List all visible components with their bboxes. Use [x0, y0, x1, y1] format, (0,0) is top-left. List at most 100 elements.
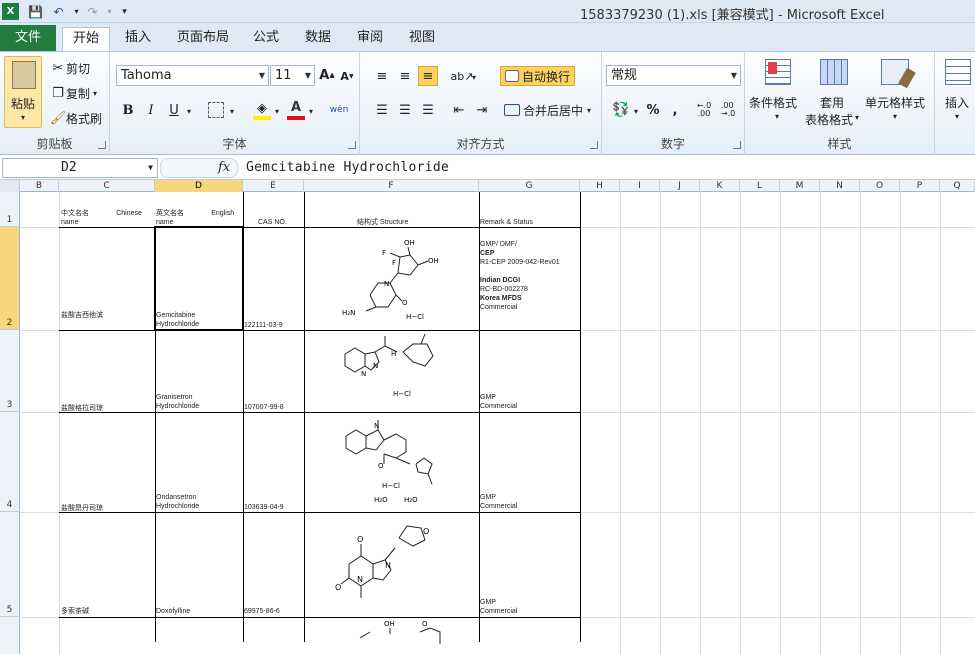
align-center-icon[interactable]: ☰: [396, 101, 414, 119]
tab-data[interactable]: 数据: [295, 27, 341, 51]
column-header-g[interactable]: G: [479, 180, 580, 192]
alignment-launcher-icon[interactable]: [590, 141, 598, 149]
align-left-icon[interactable]: ☰: [373, 101, 391, 119]
grow-font-icon[interactable]: A ▲: [318, 66, 336, 84]
row-header-6[interactable]: [0, 617, 20, 654]
increase-indent-icon[interactable]: ⇥: [473, 101, 491, 119]
paste-button[interactable]: 粘贴 ▾: [4, 56, 42, 128]
row-header-3[interactable]: 3: [0, 330, 20, 412]
column-header-c[interactable]: C: [59, 180, 155, 192]
column-header-m[interactable]: M: [780, 180, 820, 192]
column-header-j[interactable]: J: [660, 180, 700, 192]
styles-group: 条件格式 ▾ 套用 表格格式 ▾ 单元格样式 ▾ 样式: [745, 52, 935, 155]
tab-insert[interactable]: 插入: [115, 27, 161, 51]
save-icon[interactable]: 💾: [27, 3, 44, 20]
atom-label: O: [378, 462, 384, 470]
font-launcher-icon[interactable]: [348, 141, 356, 149]
column-header-h[interactable]: H: [580, 180, 620, 192]
column-header-b[interactable]: B: [20, 180, 59, 192]
cell-styles-button[interactable]: 单元格样式 ▾: [865, 56, 931, 124]
column-header-l[interactable]: L: [740, 180, 780, 192]
select-all-corner[interactable]: [0, 180, 20, 192]
row-header-4[interactable]: 4: [0, 412, 20, 512]
borders-icon[interactable]: [208, 102, 224, 118]
format-painter-button[interactable]: 🖌 格式刷: [50, 110, 102, 127]
orientation-icon[interactable]: ab↗: [451, 67, 474, 85]
format-as-table-dropdown-icon: ▾: [855, 113, 860, 122]
column-header-i[interactable]: I: [620, 180, 660, 192]
fill-color-icon[interactable]: ◈: [253, 100, 271, 120]
active-cell-d2[interactable]: [154, 226, 244, 331]
font-group: Tahoma ▼ 11 ▼ A ▲ A ▼ B I U ▾ ▾ ◈ ▾ A ▾ wén …: [110, 52, 360, 155]
number-format-combo[interactable]: 常规 ▼: [606, 65, 741, 86]
customize-quick-access-icon[interactable]: ▾: [116, 3, 133, 20]
cut-button[interactable]: ✂ 剪切: [50, 60, 90, 77]
column-header-o[interactable]: O: [860, 180, 900, 192]
font-color-dropdown-icon[interactable]: ▾: [306, 102, 316, 120]
column-header-n[interactable]: N: [820, 180, 860, 192]
align-middle-icon[interactable]: ≡: [396, 67, 414, 85]
column-header-k[interactable]: K: [700, 180, 740, 192]
clipboard-group: 粘贴 ▾ ✂ 剪切 ❐ 复制 ▾ 🖌 格式刷 剪贴板: [0, 52, 110, 155]
decrease-decimal-icon[interactable]: .00 →.0: [718, 100, 738, 120]
increase-decimal-icon[interactable]: ←.0 .00: [694, 100, 714, 120]
column-header-p[interactable]: P: [900, 180, 940, 192]
clipboard-launcher-icon[interactable]: [98, 141, 106, 149]
row-header-1[interactable]: 1: [0, 192, 20, 227]
row-header-2[interactable]: 2: [0, 227, 20, 330]
tab-file[interactable]: 文件: [0, 25, 56, 51]
phonetic-guide-icon[interactable]: wén: [328, 100, 350, 120]
undo-dropdown-icon[interactable]: ▾: [68, 3, 85, 20]
font-color-icon[interactable]: A: [287, 99, 305, 120]
fill-color-dropdown-icon[interactable]: ▾: [272, 102, 282, 120]
header-cas-no: CAS NO.: [258, 219, 287, 226]
undo-icon[interactable]: ↶: [50, 3, 67, 20]
column-header-f[interactable]: F: [304, 180, 479, 192]
insert-function-icon[interactable]: fx: [218, 160, 230, 175]
tab-review[interactable]: 审阅: [347, 27, 393, 51]
underline-dropdown-icon[interactable]: ▾: [184, 102, 194, 120]
currency-dropdown-icon[interactable]: ▾: [632, 103, 640, 119]
tab-view[interactable]: 视图: [399, 27, 445, 51]
gridline: [59, 192, 60, 654]
name-box-value: D2: [61, 160, 77, 175]
font-name-combo[interactable]: Tahoma ▼: [116, 65, 269, 86]
align-bottom-icon[interactable]: ≡: [418, 66, 438, 86]
underline-button[interactable]: U: [166, 101, 182, 119]
gridline: [660, 192, 661, 654]
name-box[interactable]: D2 ▼: [2, 158, 158, 178]
currency-icon[interactable]: 💱: [610, 100, 632, 120]
font-size-combo[interactable]: 11 ▼: [270, 65, 315, 86]
merge-center-button[interactable]: 合并后居中 ▾: [504, 101, 591, 119]
copy-button[interactable]: ❐ 复制 ▾: [50, 85, 97, 102]
tab-home[interactable]: 开始: [62, 27, 111, 52]
percent-button[interactable]: %: [644, 101, 662, 119]
borders-dropdown-icon[interactable]: ▾: [227, 102, 237, 120]
orientation-dropdown-icon[interactable]: ▾: [470, 69, 478, 85]
tab-formulas[interactable]: 公式: [243, 27, 289, 51]
column-header-e[interactable]: E: [243, 180, 304, 192]
insert-cells-button[interactable]: 插入 ▾: [941, 56, 975, 124]
italic-button[interactable]: I: [143, 101, 159, 119]
conditional-formatting-button[interactable]: 条件格式 ▾: [749, 56, 803, 124]
cell-d3-line1: Granisetron: [156, 394, 193, 401]
copy-icon: ❐: [52, 86, 64, 101]
column-header-d[interactable]: D: [155, 180, 243, 192]
worksheet-grid[interactable]: B C D E F G H I J K L M N O P Q 1 2 3 4 …: [0, 180, 975, 654]
comma-button[interactable]: ,: [668, 101, 682, 119]
column-header-q[interactable]: Q: [940, 180, 975, 192]
align-right-icon[interactable]: ☰: [419, 101, 437, 119]
wrap-text-button[interactable]: 自动换行: [500, 66, 576, 86]
remark-line: GMP: [480, 394, 496, 401]
formula-input[interactable]: Gemcitabine Hydrochloride: [246, 160, 449, 175]
decrease-indent-icon[interactable]: ⇤: [450, 101, 468, 119]
table-border: [59, 227, 580, 228]
redo-icon[interactable]: ↷: [84, 3, 101, 20]
tab-page-layout[interactable]: 页面布局: [167, 27, 239, 51]
number-launcher-icon[interactable]: [733, 141, 741, 149]
row-header-5[interactable]: 5: [0, 512, 20, 617]
bold-button[interactable]: B: [120, 101, 136, 119]
shrink-font-icon[interactable]: A ▼: [339, 68, 355, 84]
format-as-table-button[interactable]: 套用 表格格式 ▾: [805, 56, 865, 127]
align-top-icon[interactable]: ≡: [373, 67, 391, 85]
